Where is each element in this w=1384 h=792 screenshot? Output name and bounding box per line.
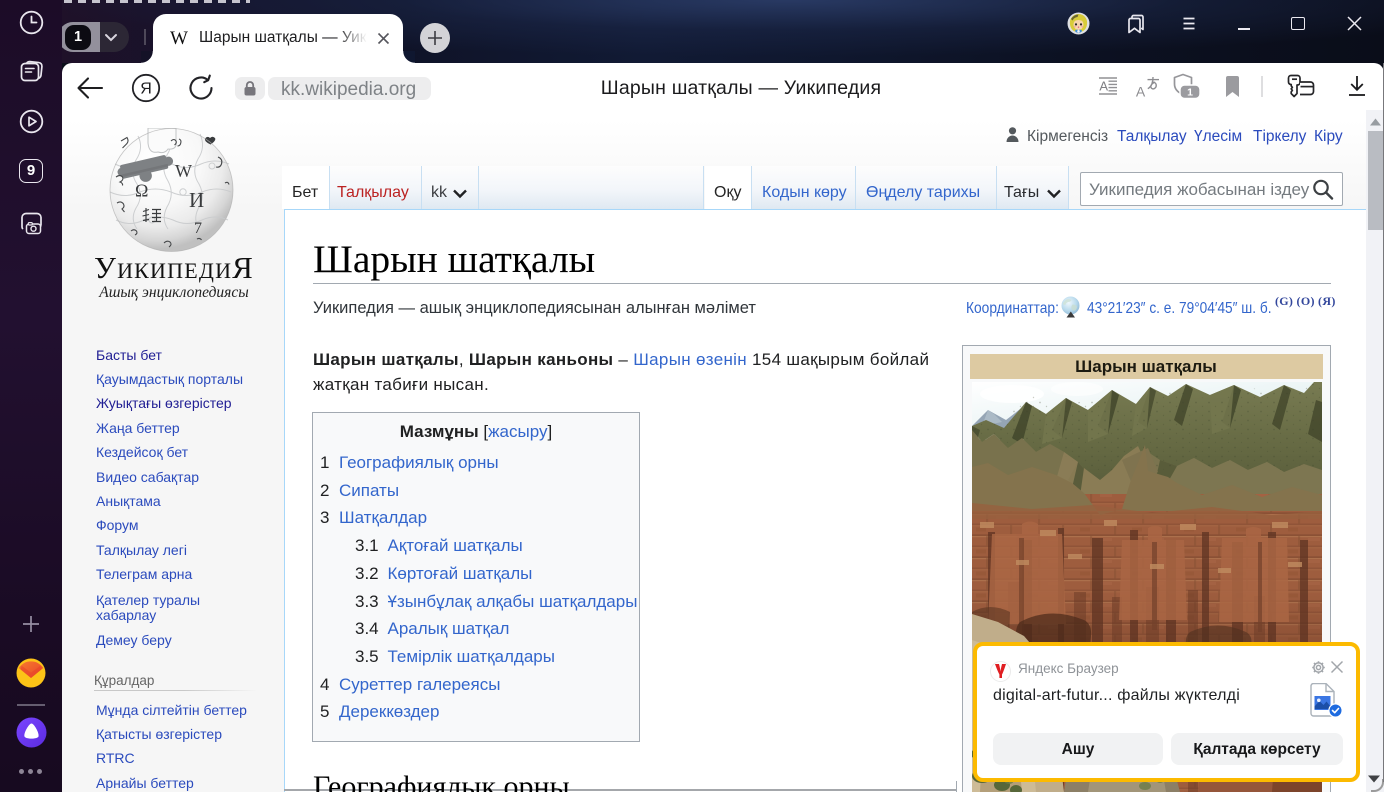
svg-text:Я: Я [140,81,152,98]
svg-text:И: И [189,188,204,212]
svg-text:A: A [1099,79,1108,94]
svg-text:W: W [175,161,192,181]
svg-text:7: 7 [194,220,202,237]
svg-text:A: A [1136,84,1146,99]
svg-text:Ω: Ω [135,181,148,201]
svg-text:1: 1 [1187,87,1193,99]
